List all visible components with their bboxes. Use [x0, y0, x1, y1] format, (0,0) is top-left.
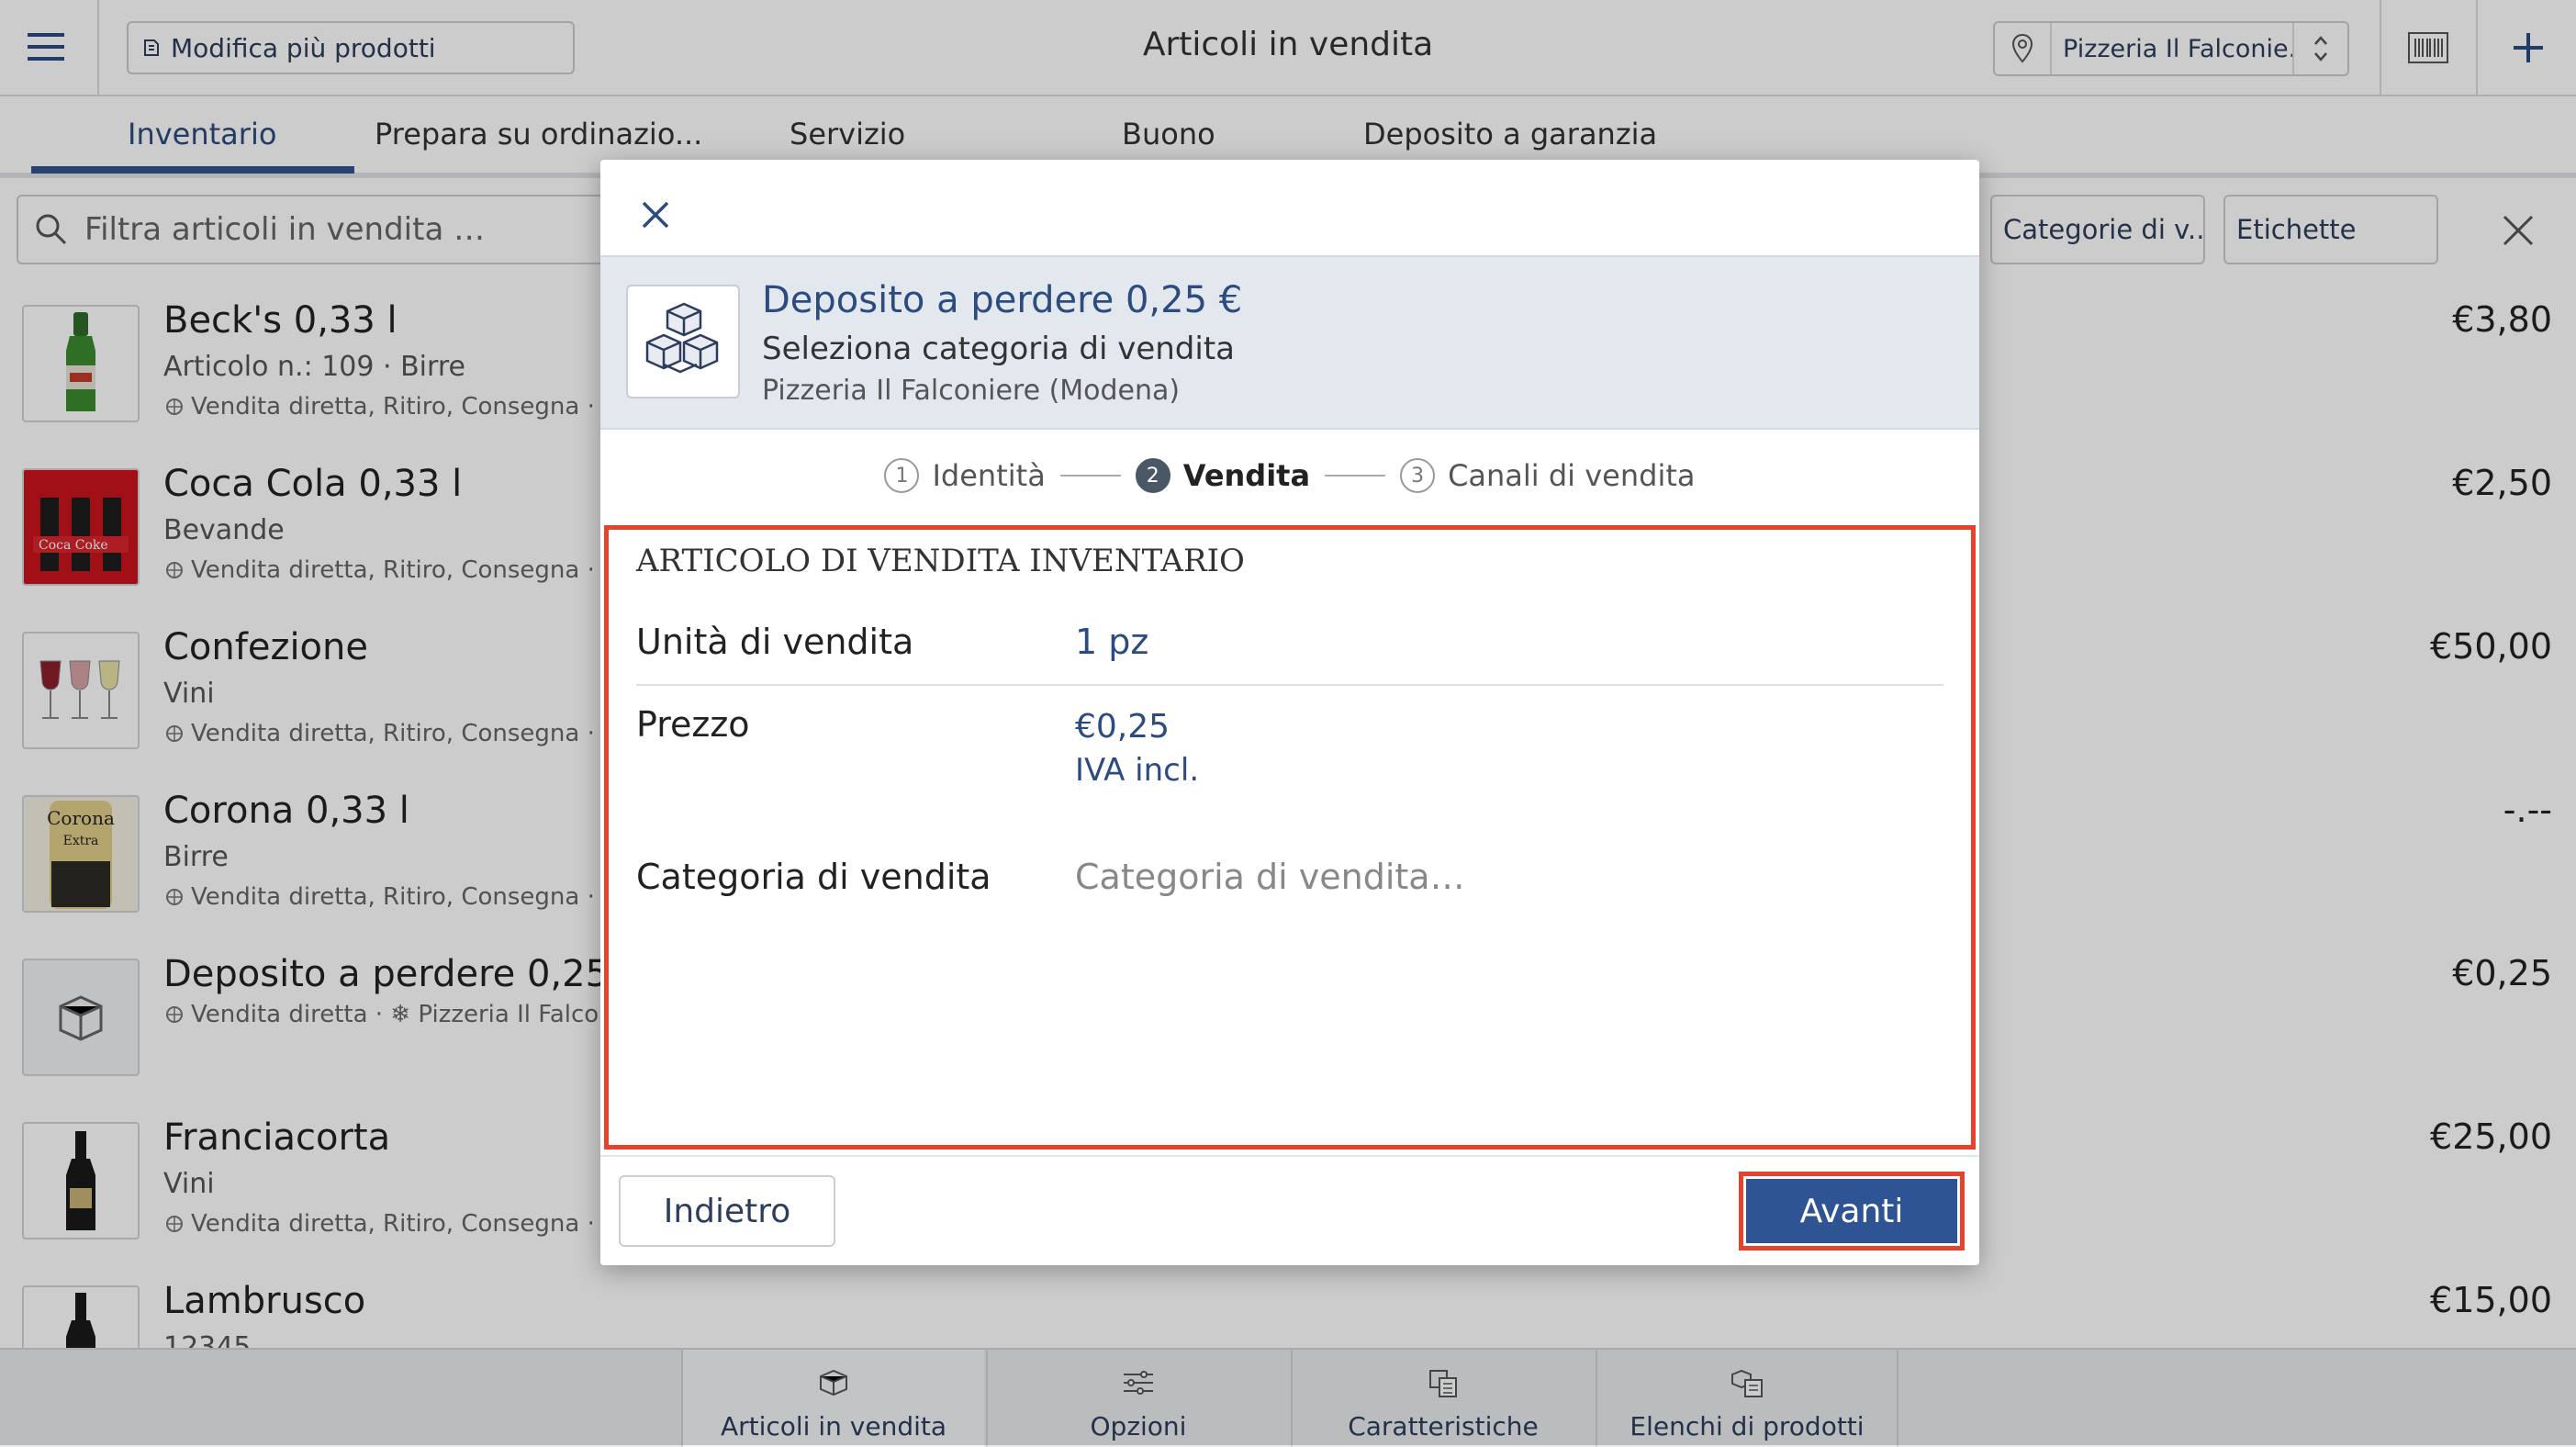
step-number: 2	[1135, 458, 1170, 493]
next-button-highlight: Avanti	[1739, 1172, 1965, 1251]
boxes-icon	[626, 285, 740, 398]
dialog-footer: Indietro Avanti	[600, 1155, 1979, 1265]
step-connector	[1059, 475, 1121, 477]
close-icon[interactable]	[628, 187, 683, 242]
step-vendita[interactable]: 2 Vendita	[1135, 458, 1311, 493]
step-canali-di-vendita[interactable]: 3 Canali di vendita	[1400, 458, 1696, 493]
step-connector	[1325, 475, 1386, 477]
price-tax-note: IVA incl.	[1075, 752, 1200, 789]
unit-label: Unità di vendita	[636, 622, 914, 662]
field-divider	[636, 684, 1943, 686]
price-label: Prezzo	[636, 704, 750, 745]
dialog-location: Pizzeria Il Falconiere (Modena)	[762, 375, 1181, 407]
sales-item-form: ARTICOLO DI VENDITA INVENTARIO Unità di …	[604, 525, 1976, 1150]
wizard-stepper: 1 Identità 2 Vendita 3 Canali di vendita	[600, 426, 1979, 525]
step-label: Identità	[932, 458, 1046, 493]
category-input[interactable]: Categoria di vendita…	[1075, 857, 1465, 897]
price-value[interactable]: €0,25	[1075, 708, 1170, 746]
next-button[interactable]: Avanti	[1746, 1179, 1957, 1243]
new-product-dialog: Deposito a perdere 0,25 € Seleziona cate…	[600, 160, 1979, 1265]
dialog-subtitle: Seleziona categoria di vendita	[762, 331, 1235, 367]
back-button[interactable]: Indietro	[619, 1175, 835, 1247]
step-number: 3	[1400, 458, 1436, 493]
section-title: ARTICOLO DI VENDITA INVENTARIO	[636, 543, 1245, 579]
unit-value[interactable]: 1 pz	[1075, 622, 1148, 662]
dialog-title: Deposito a perdere 0,25 €	[762, 279, 1243, 321]
step-number: 1	[884, 458, 920, 493]
dialog-header: Deposito a perdere 0,25 € Seleziona cate…	[600, 255, 1979, 430]
category-label: Categoria di vendita	[636, 857, 991, 897]
step-identita[interactable]: 1 Identità	[884, 458, 1046, 493]
step-label: Vendita	[1182, 458, 1311, 493]
step-label: Canali di vendita	[1448, 458, 1696, 493]
